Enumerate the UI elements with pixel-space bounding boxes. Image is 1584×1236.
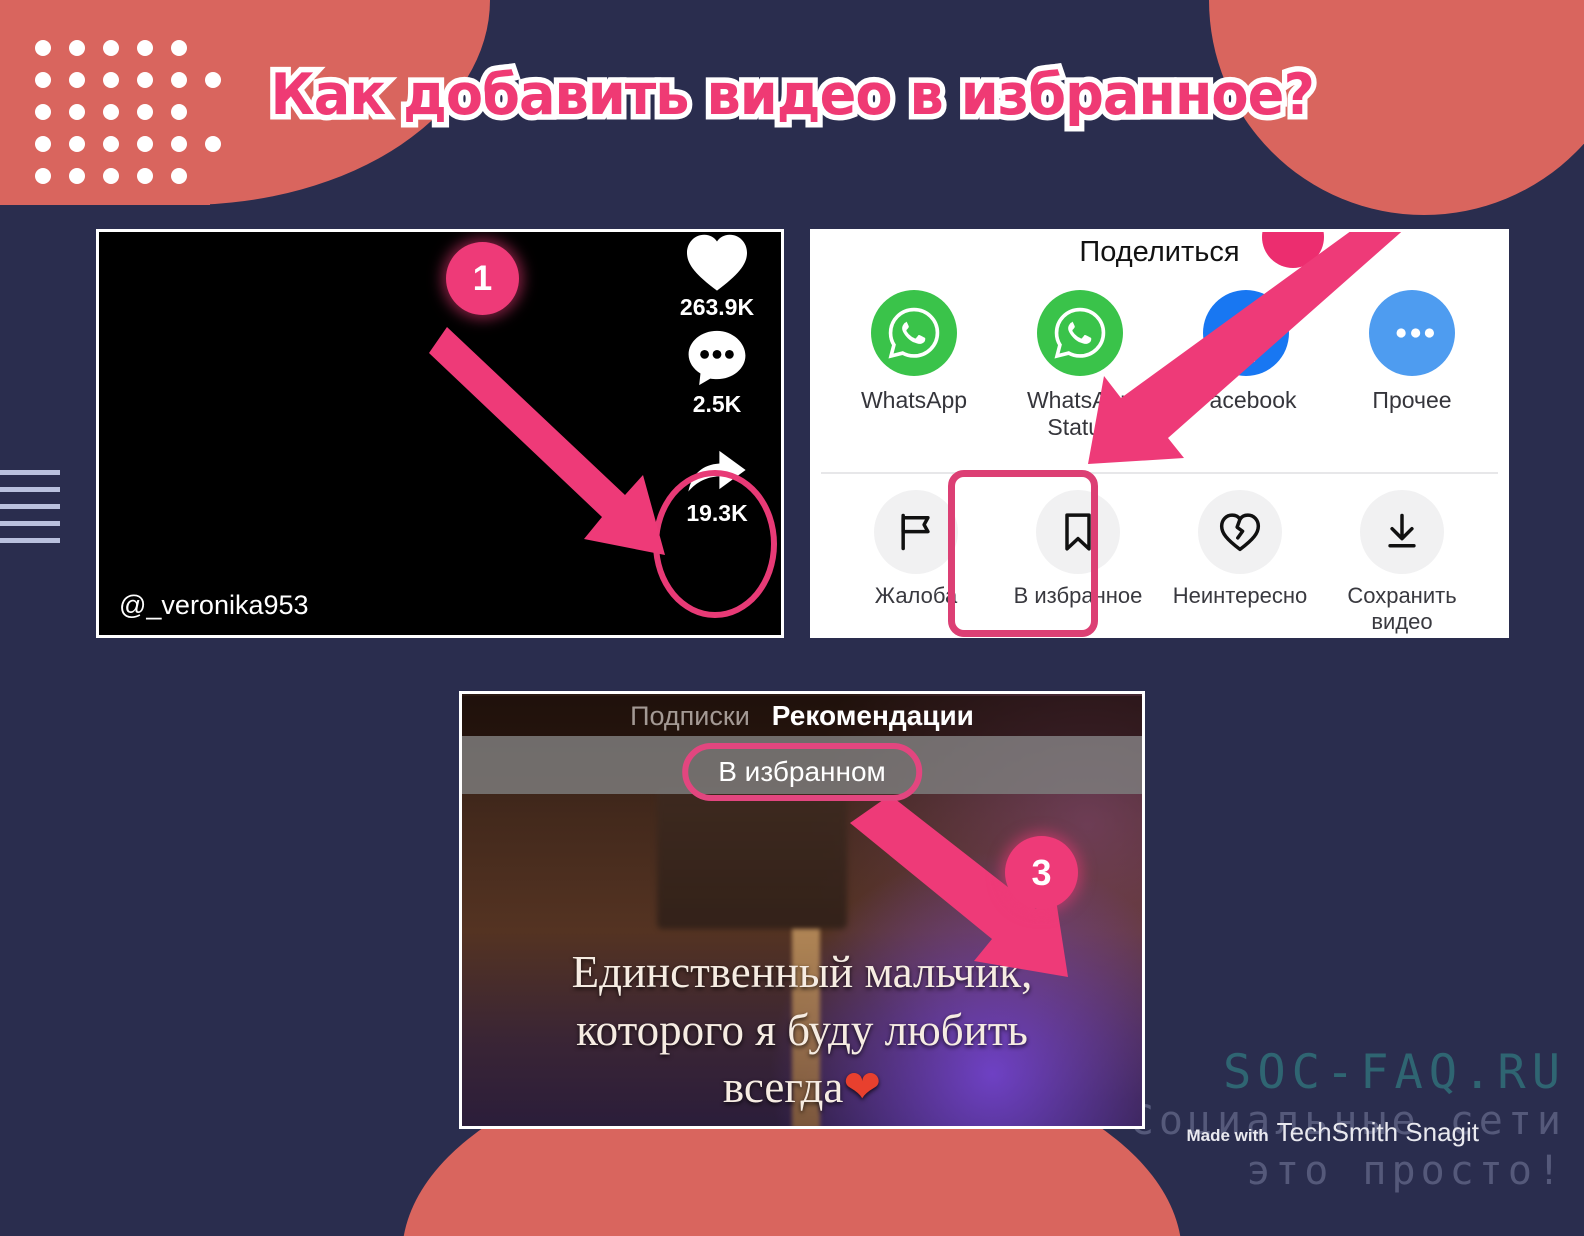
stripe-decoration [0,470,60,555]
share-app-facebook[interactable]: Facebook [1163,290,1329,441]
share-app-whatsapp[interactable]: WhatsApp [831,290,997,441]
comment-bubble-icon [686,327,748,389]
share-button-highlight-circle [653,470,777,618]
screenshot-panel-step-3: Подписки Рекомендации В избранном Единст… [459,691,1145,1129]
share-app-other[interactable]: Прочее [1329,290,1495,441]
ellipsis-icon [1369,290,1455,376]
tab-subscriptions[interactable]: Подписки [630,701,750,732]
feed-tabs: Подписки Рекомендации [462,696,1142,736]
step-badge-1: 1 [446,242,519,315]
video-caption-line-3-text: всегда [722,1062,844,1113]
share-app-label: WhatsApp [860,387,968,413]
like-action[interactable]: 263.9K [659,232,775,321]
action-save-video[interactable]: Сохранить видео [1321,490,1483,634]
video-caption-line-3: всегда❤ [462,1059,1142,1117]
download-icon [1360,490,1444,574]
screenshot-panel-step-1: 263.9K 2.5K 19.3K @_veronika953 1 [96,229,784,638]
step-badge-3: 3 [1005,836,1078,909]
comment-action[interactable]: 2.5K [659,327,775,418]
action-label: Неинтересно [1172,583,1308,608]
heart-emoji-icon: ❤ [843,1062,882,1113]
page-title-wrapper: Как добавить видео в избранное? [0,57,1584,134]
whatsapp-status-icon [1037,290,1123,376]
share-sheet-title: Поделиться [1079,236,1240,268]
video-caption-line-1: Единственный мальчик, [571,947,1033,997]
share-apps-row: WhatsApp WhatsApp Status Facebook Прочее [831,290,1506,441]
favorites-highlight-box [948,470,1098,637]
page-title: Как добавить видео в избранное? [265,57,1320,134]
action-label: Сохранить видео [1347,583,1457,634]
share-actions-row: Жалоба В избранное Неинтересно Сохранить… [835,490,1506,634]
heart-icon [684,232,750,292]
video-caption: Единственный мальчик, которого я буду лю… [462,944,1142,1117]
facebook-icon [1203,290,1289,376]
comment-count: 2.5K [692,391,742,417]
favorites-toast: В избранном [682,743,922,801]
snagit-watermark: Made with TechSmith Snagit [1187,1117,1480,1148]
share-app-label: Facebook [1195,387,1297,413]
video-caption-line-2: которого я буду любить [576,1004,1028,1055]
video-username: @_veronika953 [119,590,309,620]
snagit-brand-label: TechSmith Snagit [1276,1117,1479,1147]
tab-recommendations[interactable]: Рекомендации [772,700,974,732]
whatsapp-icon [871,290,957,376]
screenshot-panel-step-2: Поделиться WhatsApp WhatsApp Status Face… [810,229,1509,638]
flag-icon [874,490,958,574]
action-not-interested[interactable]: Неинтересно [1159,490,1321,634]
lamp-shade-decoration [657,789,847,929]
snagit-made-with-label: Made with [1186,1126,1269,1145]
like-count: 263.9K [679,294,755,320]
share-app-whatsapp-status[interactable]: WhatsApp Status [997,290,1163,441]
sheet-divider [821,472,1498,474]
share-app-label: Прочее [1372,387,1452,413]
share-app-label: WhatsApp Status [1026,387,1134,441]
broken-heart-icon [1198,490,1282,574]
